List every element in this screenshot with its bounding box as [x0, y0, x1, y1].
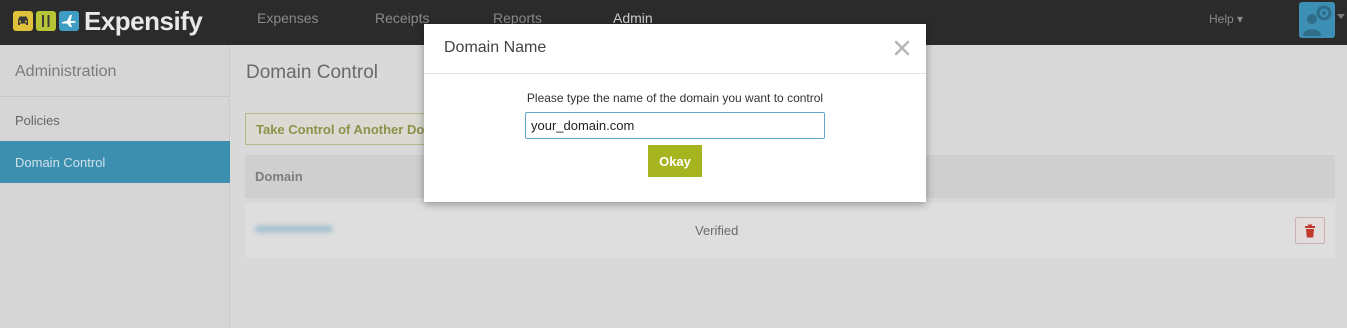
dialog-prompt: Please type the name of the domain you w…	[526, 91, 824, 105]
domain-name-input[interactable]	[525, 112, 825, 139]
close-icon[interactable]	[892, 38, 912, 58]
domain-name-dialog: Domain Name Please type the name of the …	[424, 24, 926, 202]
dialog-header: Domain Name	[424, 24, 926, 74]
okay-button[interactable]: Okay	[648, 145, 702, 177]
dialog-title: Domain Name	[444, 39, 547, 56]
